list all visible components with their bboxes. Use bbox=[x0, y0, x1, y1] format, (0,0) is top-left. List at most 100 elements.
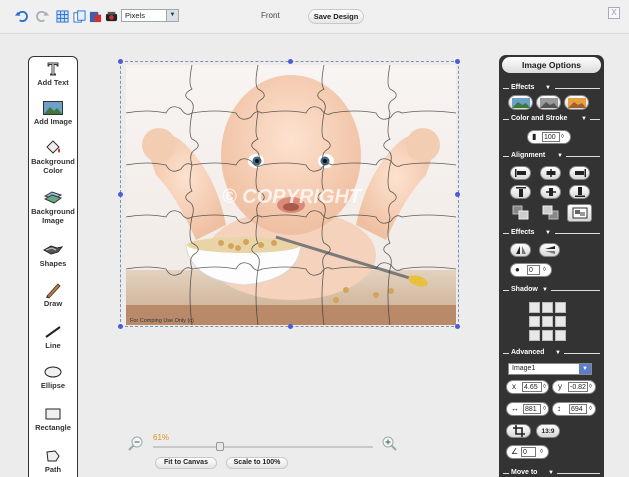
divider bbox=[503, 119, 509, 120]
design-canvas[interactable]: © COPYRIGHT For Comping Use Only (c) bbox=[118, 59, 460, 329]
tool-label: Path bbox=[44, 465, 62, 474]
align-right-button[interactable] bbox=[569, 166, 590, 180]
copy-icon[interactable] bbox=[73, 10, 86, 23]
align-top-button[interactable] bbox=[510, 185, 531, 199]
tool-shapes[interactable]: Shapes bbox=[29, 241, 77, 268]
opacity-stepper[interactable]: ▮ 100 ◊ bbox=[527, 130, 571, 144]
opacity-value[interactable]: 100 bbox=[542, 132, 560, 142]
bring-forward-icon[interactable] bbox=[542, 205, 560, 221]
shadow-cell-bottom-right[interactable] bbox=[555, 330, 566, 341]
align-middle-button[interactable] bbox=[540, 185, 561, 199]
zoom-out-icon[interactable] bbox=[128, 436, 143, 451]
stepper-arrows-icon[interactable]: ◊ bbox=[561, 132, 564, 142]
zoom-in-icon[interactable] bbox=[382, 436, 397, 451]
rotation-stepper[interactable]: ∠ 0 ◊ bbox=[506, 445, 549, 459]
shadow-cell-bottom[interactable] bbox=[542, 330, 553, 341]
tool-path[interactable]: Path bbox=[29, 447, 77, 474]
scale-to-100-button[interactable]: Scale to 100% bbox=[226, 457, 288, 469]
section-color-stroke[interactable]: Color and Stroke ▼ bbox=[503, 114, 600, 124]
section-effects[interactable]: Effects ▼ bbox=[503, 83, 600, 93]
shadow-cell-bottom-left[interactable] bbox=[529, 330, 540, 341]
tool-background-image[interactable]: Background Image bbox=[29, 189, 77, 225]
x-position-value[interactable]: 4.65 bbox=[522, 382, 542, 392]
resize-handle-bottom[interactable] bbox=[288, 324, 293, 329]
group-toggle-button[interactable] bbox=[567, 204, 592, 222]
zoom-slider-thumb[interactable] bbox=[216, 442, 225, 451]
stepper-arrows-icon[interactable]: ◊ bbox=[589, 404, 592, 414]
puzzle-image[interactable]: © COPYRIGHT For Comping Use Only (c) bbox=[126, 65, 456, 325]
align-bottom-button[interactable] bbox=[569, 185, 590, 199]
divider bbox=[503, 88, 509, 89]
flip-horizontal-button[interactable] bbox=[510, 243, 531, 257]
resize-handle-top[interactable] bbox=[288, 59, 293, 64]
divider bbox=[564, 353, 600, 354]
align-top-icon bbox=[515, 187, 526, 197]
object-select[interactable]: Image1 ▼ bbox=[508, 363, 592, 375]
tool-draw[interactable]: Draw bbox=[29, 281, 77, 308]
x-position-stepper[interactable]: x 4.65 ◊ bbox=[506, 380, 549, 394]
effect-color-button[interactable] bbox=[508, 95, 533, 110]
align-center-button[interactable] bbox=[540, 166, 561, 180]
align-left-button[interactable] bbox=[510, 166, 531, 180]
units-select[interactable]: Pixels ▼ bbox=[121, 9, 179, 22]
shadow-cell-left[interactable] bbox=[529, 316, 540, 327]
save-design-button[interactable]: Save Design bbox=[308, 9, 364, 24]
resize-handle-top-left[interactable] bbox=[118, 59, 123, 64]
aspect-ratio-button[interactable]: 13:9 bbox=[536, 424, 560, 438]
shadow-cell-right[interactable] bbox=[555, 316, 566, 327]
shadow-cell-top[interactable] bbox=[542, 302, 553, 313]
section-move-to[interactable]: Move to ▼ bbox=[503, 468, 600, 477]
section-shadow[interactable]: Shadow ▼ bbox=[503, 285, 600, 295]
rotation-value[interactable]: 0 bbox=[521, 447, 536, 457]
tool-add-image[interactable]: Add Image bbox=[29, 99, 77, 126]
close-button[interactable]: X bbox=[608, 7, 620, 19]
effect-amount-value[interactable]: 0 bbox=[527, 265, 540, 275]
tool-rectangle[interactable]: Rectangle bbox=[29, 405, 77, 432]
section-alignment[interactable]: Alignment ▼ bbox=[503, 151, 600, 161]
stepper-arrows-icon[interactable]: ◊ bbox=[589, 382, 592, 392]
tool-background-color[interactable]: Background Color bbox=[29, 139, 77, 175]
stepper-arrows-icon[interactable]: ◊ bbox=[540, 447, 543, 457]
section-advanced[interactable]: Advanced ▼ bbox=[503, 348, 600, 358]
stepper-arrows-icon[interactable]: ◊ bbox=[543, 404, 546, 414]
flip-vertical-button[interactable] bbox=[539, 243, 560, 257]
y-position-value[interactable]: -0.82 bbox=[568, 382, 588, 392]
top-toolbar: Pixels ▼ Front Save Design X bbox=[0, 0, 629, 34]
resize-handle-right[interactable] bbox=[455, 192, 460, 197]
fit-to-canvas-button[interactable]: Fit to Canvas bbox=[155, 457, 217, 469]
tool-line[interactable]: Line bbox=[29, 323, 77, 350]
height-value[interactable]: 694 bbox=[569, 404, 587, 414]
tool-label: Shapes bbox=[39, 259, 67, 268]
ellipse-icon bbox=[29, 363, 77, 381]
redo-icon[interactable] bbox=[36, 10, 49, 23]
width-value[interactable]: 881 bbox=[523, 404, 541, 414]
shadow-cell-center[interactable] bbox=[542, 316, 553, 327]
delete-icon[interactable] bbox=[105, 10, 118, 23]
grid-icon[interactable] bbox=[56, 10, 69, 23]
stepper-arrows-icon[interactable]: ◊ bbox=[543, 382, 546, 392]
width-stepper[interactable]: ↔ 881 ◊ bbox=[506, 402, 549, 416]
section-title: Move to bbox=[510, 468, 539, 477]
stepper-arrows-icon[interactable]: ◊ bbox=[543, 265, 546, 275]
shapes-icon bbox=[29, 241, 77, 259]
zoom-slider-track[interactable] bbox=[153, 446, 373, 448]
resize-handle-top-right[interactable] bbox=[455, 59, 460, 64]
tool-ellipse[interactable]: Ellipse bbox=[29, 363, 77, 390]
effect-sepia-button[interactable] bbox=[564, 95, 589, 110]
paste-icon[interactable] bbox=[89, 10, 102, 23]
shadow-cell-top-right[interactable] bbox=[555, 302, 566, 313]
send-backward-icon[interactable] bbox=[512, 205, 530, 221]
shadow-cell-top-left[interactable] bbox=[529, 302, 540, 313]
resize-handle-left[interactable] bbox=[118, 192, 123, 197]
effect-grayscale-button[interactable] bbox=[536, 95, 561, 110]
effect-amount-stepper[interactable]: ● 0 ◊ bbox=[510, 263, 552, 277]
section-effects-2[interactable]: Effects ▼ bbox=[503, 228, 600, 238]
crop-button[interactable] bbox=[506, 424, 531, 438]
tool-add-text[interactable]: Add Text bbox=[29, 60, 77, 87]
undo-icon[interactable] bbox=[15, 10, 28, 23]
resize-handle-bottom-left[interactable] bbox=[118, 324, 123, 329]
height-stepper[interactable]: ↕ 694 ◊ bbox=[552, 402, 596, 416]
divider bbox=[555, 88, 600, 89]
resize-handle-bottom-right[interactable] bbox=[455, 324, 460, 329]
y-position-stepper[interactable]: y -0.82 ◊ bbox=[552, 380, 596, 394]
